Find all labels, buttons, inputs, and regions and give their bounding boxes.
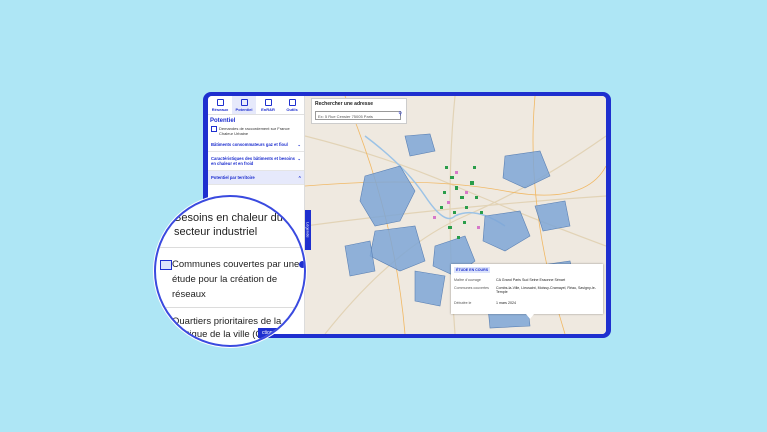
address-search-box: Rechercher une adresse Ex: 5 Rue Censier…: [311, 98, 407, 124]
chevron-up-icon: ^: [298, 175, 301, 180]
tab-label: Outils: [286, 106, 298, 112]
checkbox[interactable]: [211, 126, 217, 132]
accordion-label: Bâtiments consommateurs gaz et fioul: [211, 142, 288, 147]
map[interactable]: Rechercher une adresse Ex: 5 Rue Censier…: [305, 96, 606, 334]
accordion-gas-fioul[interactable]: Bâtiments consommateurs gaz et fioul ⌄: [208, 138, 304, 152]
study-popup: ÉTUDE EN COURS Maître d'ouvrage CA Grand …: [451, 264, 603, 314]
popup-key: Débutée le: [454, 301, 472, 305]
lens-item-communes-study[interactable]: Communes couvertes par une étude pour la…: [172, 257, 302, 302]
accordion-label: Potentiel par territoire: [211, 175, 255, 180]
tab-outils[interactable]: Outils: [280, 96, 304, 114]
sidebar-tabs: Réseaux Potentiel EnR&R Outils: [208, 96, 304, 115]
toggle-dot[interactable]: [299, 261, 304, 268]
popup-value: CA Grand Paris Sud Seine Essonne Sénart: [496, 278, 566, 282]
popup-key: Maître d'ouvrage: [454, 278, 481, 282]
accordion-characteristics[interactable]: Caractéristiques des bâtiments et besoin…: [208, 152, 304, 171]
tools-icon: [288, 98, 296, 106]
accordion-label: Caractéristiques des bâtiments et besoin…: [211, 156, 296, 166]
demand-checkbox-row[interactable]: Demandes de raccordement sur France Chal…: [211, 126, 301, 136]
search-input[interactable]: Ex: 5 Rue Censier 75005 Paris: [315, 111, 401, 120]
status-badge: ÉTUDE EN COURS: [454, 267, 491, 273]
energy-icon: [264, 98, 272, 106]
divider: [156, 247, 304, 248]
tab-reseaux[interactable]: Réseaux: [208, 96, 232, 114]
popup-row: Débutée le 1 mars 2024: [454, 301, 600, 305]
magnifier-lens: Besoins en chaleur du secteur industriel…: [154, 195, 306, 347]
folder-icon: [160, 260, 172, 270]
popup-value: Combs-la-Ville, Lieusaint, Moissy-Cramay…: [496, 286, 596, 294]
legend-toggle[interactable]: Légende: [305, 210, 311, 250]
popup-row: Communes couvertes Combs-la-Ville, Lieusa…: [454, 286, 600, 294]
tab-label: Potentiel: [235, 106, 253, 112]
lens-item-industrial-heat: Besoins en chaleur du secteur industriel: [174, 212, 283, 238]
checkbox-label: Demandes de raccordement sur France Chal…: [219, 126, 290, 136]
accordion-territory[interactable]: Potentiel par territoire ^: [208, 171, 304, 185]
divider: [156, 307, 304, 308]
section-title: Potentiel: [210, 118, 236, 124]
search-title: Rechercher une adresse: [315, 101, 374, 107]
action-button[interactable]: ction: [258, 328, 292, 338]
search-icon[interactable]: ⚲: [398, 111, 402, 117]
tab-potentiel[interactable]: Potentiel: [232, 96, 256, 114]
tab-label: EnR&R: [261, 106, 275, 112]
popup-key: Communes couvertes: [454, 286, 489, 290]
network-icon: [216, 98, 224, 106]
building-icon: [240, 98, 248, 106]
popup-row: Maître d'ouvrage CA Grand Paris Sud Seine…: [454, 278, 600, 282]
tab-enrr[interactable]: EnR&R: [256, 96, 280, 114]
popup-pointer: [526, 314, 534, 319]
tab-label: Réseaux: [211, 106, 229, 112]
popup-value: 1 mars 2024: [496, 301, 516, 305]
chevron-down-icon: ⌄: [297, 156, 301, 161]
chevron-down-icon: ⌄: [297, 142, 301, 147]
